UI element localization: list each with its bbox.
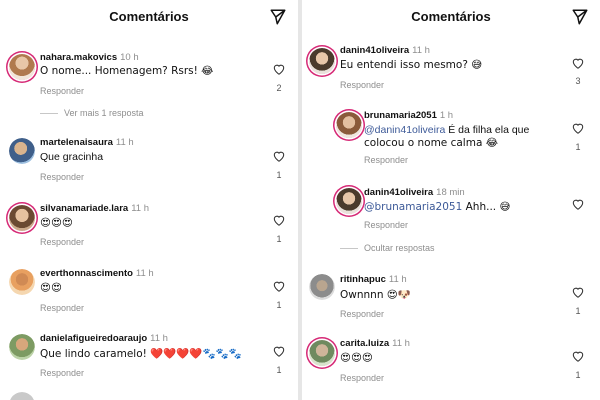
- username[interactable]: martelenaisaura: [40, 137, 113, 148]
- timestamp: 10 h: [120, 52, 139, 63]
- heart-icon[interactable]: [571, 197, 585, 211]
- hide-replies[interactable]: Ocultar respostas: [340, 243, 435, 253]
- reply-button[interactable]: Responder: [340, 373, 384, 383]
- username[interactable]: danin41oliveira: [364, 187, 433, 198]
- username[interactable]: ritinhapuc: [340, 274, 386, 285]
- reply-button[interactable]: Responder: [40, 86, 84, 96]
- heart-icon[interactable]: [272, 149, 286, 163]
- heart-icon[interactable]: [272, 279, 286, 293]
- comment-text: Que lindo caramelo! ❤️❤️❤️❤️🐾🐾🐾: [40, 348, 242, 360]
- comment-meta: danin41oliveira 11 h: [340, 45, 430, 56]
- comment-text-line2: colocou o nome calma 😂: [364, 137, 498, 149]
- comment-meta: danielafigueiredoaraujo 11 h: [40, 333, 168, 344]
- like-count: 1: [276, 234, 282, 244]
- comment-text: 😍😍😍: [40, 217, 73, 229]
- username[interactable]: brunamaria2051: [364, 110, 437, 121]
- reply-button[interactable]: Responder: [40, 237, 84, 247]
- comments-panel-right: Comentários danin41oliveira 11 h Eu enten…: [302, 0, 600, 400]
- like-count: 1: [575, 142, 581, 152]
- avatar[interactable]: [309, 340, 335, 366]
- timestamp: 11 h: [392, 338, 410, 349]
- comment-text: Eu entendi isso mesmo? 😅: [340, 59, 483, 71]
- avatar[interactable]: [9, 138, 35, 164]
- header-title: Comentários: [411, 9, 491, 24]
- avatar[interactable]: [309, 48, 335, 74]
- send-icon[interactable]: [571, 8, 589, 26]
- comment-meta: carita.luiza 11 h: [340, 338, 410, 349]
- like-count: 1: [575, 370, 581, 380]
- avatar[interactable]: [9, 392, 35, 400]
- comment-meta: martelenaisaura 11 h: [40, 137, 134, 148]
- heart-icon[interactable]: [571, 56, 585, 70]
- like-count: 3: [575, 76, 581, 86]
- reply-button[interactable]: Responder: [40, 303, 84, 313]
- send-icon[interactable]: [269, 8, 287, 26]
- heart-icon[interactable]: [272, 62, 286, 76]
- avatar[interactable]: [309, 274, 335, 300]
- avatar[interactable]: [9, 334, 35, 360]
- comment-text: @danin41oliveira É da filha ela que: [364, 124, 529, 136]
- comment-text: @brunamaria2051 Ahh... 😅: [364, 201, 510, 213]
- avatar[interactable]: [336, 188, 362, 214]
- comment-meta: ritinhapuc 11 h: [340, 274, 407, 285]
- username[interactable]: everthonnascimento: [40, 268, 133, 279]
- hide-replies-label: Ocultar respostas: [364, 243, 435, 253]
- avatar[interactable]: [9, 205, 35, 231]
- heart-icon[interactable]: [272, 344, 286, 358]
- comment-text: 😍😍: [40, 282, 62, 294]
- comment-meta: silvanamariade.lara 11 h: [40, 203, 149, 214]
- view-more-replies-label: Ver mais 1 resposta: [64, 108, 144, 118]
- view-more-replies[interactable]: Ver mais 1 resposta: [40, 108, 144, 118]
- heart-icon[interactable]: [272, 213, 286, 227]
- timestamp: 18 min: [436, 187, 465, 198]
- comment-meta: everthonnascimento 11 h: [40, 268, 154, 279]
- username[interactable]: carita.luiza: [340, 338, 389, 349]
- like-count: 1: [276, 170, 282, 180]
- heart-icon[interactable]: [571, 349, 585, 363]
- reply-text-line1: É da filha ela que: [445, 124, 530, 136]
- avatar[interactable]: [9, 269, 35, 295]
- username[interactable]: danin41oliveira: [340, 45, 409, 56]
- timestamp: 11 h: [150, 333, 168, 344]
- like-count: 1: [575, 306, 581, 316]
- mention-link[interactable]: @danin41oliveira: [364, 124, 445, 136]
- heart-icon[interactable]: [571, 285, 585, 299]
- like-count: 2: [276, 83, 282, 93]
- reply-text: Ahh... 😅: [462, 201, 511, 213]
- heart-icon[interactable]: [571, 121, 585, 135]
- avatar[interactable]: [336, 112, 362, 138]
- timestamp: 11 h: [131, 203, 149, 214]
- comments-panel-left: Comentários nahara.makovics 10 h O nome..…: [0, 0, 298, 400]
- reply-button[interactable]: Responder: [40, 368, 84, 378]
- comment-text: Que gracinha: [40, 151, 104, 163]
- timestamp: 11 h: [135, 268, 154, 279]
- comment-text: O nome... Homenagem? Rsrs! 😂: [40, 65, 214, 77]
- reply-button[interactable]: Responder: [364, 155, 408, 165]
- mention-link[interactable]: @brunamaria2051: [364, 201, 462, 213]
- username[interactable]: danielafigueiredoaraujo: [40, 333, 147, 344]
- username[interactable]: silvanamariade.lara: [40, 203, 128, 214]
- comments-header: Comentários: [302, 0, 600, 34]
- comment-meta: nahara.makovics 10 h: [40, 52, 139, 63]
- comment-text: 😍😍😍: [340, 352, 373, 364]
- timestamp: 1 h: [439, 110, 454, 121]
- comment-text: Ownnnn 😍🐶: [340, 289, 411, 301]
- comment-meta: danin41oliveira 18 min: [364, 187, 465, 198]
- timestamp: 11 h: [388, 274, 407, 285]
- comments-header: Comentários: [0, 0, 298, 34]
- reply-button[interactable]: Responder: [340, 80, 384, 90]
- timestamp: 11 h: [412, 45, 430, 56]
- reply-button[interactable]: Responder: [340, 309, 384, 319]
- timestamp: 11 h: [115, 137, 134, 148]
- avatar[interactable]: [9, 54, 35, 80]
- like-count: 1: [276, 365, 282, 375]
- reply-button[interactable]: Responder: [40, 172, 84, 182]
- header-title: Comentários: [109, 9, 189, 24]
- like-count: 1: [276, 300, 282, 310]
- username[interactable]: nahara.makovics: [40, 52, 117, 63]
- reply-button[interactable]: Responder: [364, 220, 408, 230]
- comment-meta: brunamaria2051 1 h: [364, 110, 453, 121]
